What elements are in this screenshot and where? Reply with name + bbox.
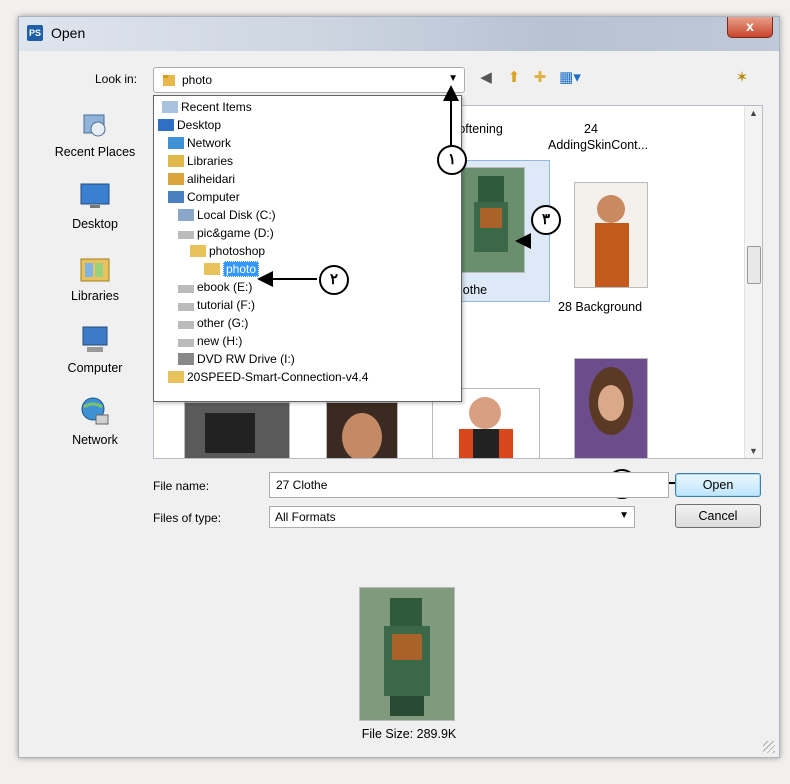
place-label: Computer <box>67 361 123 375</box>
file-type-value: All Formats <box>275 510 336 524</box>
place-label: Desktop <box>72 217 118 231</box>
network-icon <box>81 397 109 425</box>
drive-icon <box>178 303 194 311</box>
woman-thumbnail <box>574 358 648 458</box>
file-type-label: Files of type: <box>153 511 222 525</box>
place-label: Libraries <box>71 289 119 303</box>
scroll-up-icon[interactable]: ▲ <box>749 108 758 118</box>
favorites-folder-icon[interactable]: ✶ <box>731 67 753 89</box>
place-network[interactable]: Network <box>47 395 143 447</box>
background-thumbnail <box>574 182 648 288</box>
dropdown-item-smart-connection[interactable]: 20SPEED-Smart-Connection-v4.4 <box>168 368 368 386</box>
chevron-down-icon[interactable]: ▼ <box>448 73 458 84</box>
scroll-down-icon[interactable]: ▼ <box>749 446 758 456</box>
cancel-button[interactable]: Cancel <box>675 504 761 528</box>
libraries-icon <box>80 258 110 282</box>
folder-icon <box>204 263 220 275</box>
folder-icon <box>190 245 206 257</box>
place-label: Network <box>72 433 118 447</box>
dropdown-item-drive-f[interactable]: tutorial (F:) <box>178 296 255 314</box>
place-libraries[interactable]: Libraries <box>47 251 143 303</box>
photoshop-app-icon: PS <box>27 25 43 41</box>
dropdown-item-local-disk-c[interactable]: Local Disk (C:) <box>178 206 276 224</box>
new-folder-icon[interactable]: ✚ <box>529 67 551 89</box>
vertical-scrollbar[interactable]: ▲ ▼ <box>744 106 762 458</box>
dropdown-item-libraries[interactable]: Libraries <box>168 152 233 170</box>
dropdown-item-drive-d[interactable]: pic&game (D:) <box>178 224 274 242</box>
look-in-value: photo <box>182 73 213 87</box>
file-name-value: 27 Clothe <box>276 478 328 492</box>
dropdown-item-recent-items[interactable]: Recent Items <box>162 98 252 116</box>
computer-icon <box>168 191 184 203</box>
view-menu-icon[interactable]: ▦▾ <box>559 67 581 89</box>
open-button[interactable]: Open <box>675 473 761 497</box>
callout-2: ٢ <box>319 265 349 295</box>
callout-3: ٣ <box>531 205 561 235</box>
bw-thumbnail <box>184 402 290 458</box>
file-label-adding-skin[interactable]: AddingSkinCont... <box>548 138 648 152</box>
recent-places-icon <box>83 114 106 137</box>
dropdown-item-dvd-drive[interactable]: DVD RW Drive (I:) <box>178 350 295 368</box>
place-desktop[interactable]: Desktop <box>47 179 143 231</box>
dropdown-item-computer[interactable]: Computer <box>168 188 240 206</box>
computer-icon <box>82 326 108 352</box>
file-label-background[interactable]: 28 Background <box>558 300 642 314</box>
title-bar[interactable]: PS Open x <box>19 17 779 51</box>
desktop-icon <box>158 119 174 131</box>
chevron-down-icon[interactable]: ▼ <box>619 510 629 521</box>
dropdown-item-user[interactable]: aliheidari <box>168 170 235 188</box>
user-folder-icon <box>168 173 184 185</box>
dropdown-item-desktop[interactable]: Desktop <box>158 116 221 134</box>
preview-image <box>359 587 455 721</box>
scroll-thumb[interactable] <box>747 246 761 284</box>
network-icon <box>168 137 184 149</box>
dropdown-item-photo[interactable]: photo <box>204 260 260 278</box>
clothe-thumbnail <box>459 167 525 273</box>
file-label-24[interactable]: 24 <box>584 122 598 136</box>
dvd-drive-icon <box>178 353 194 365</box>
windows-drive-icon <box>178 209 194 221</box>
callout-1: ١ <box>437 145 467 175</box>
drive-icon <box>178 231 194 239</box>
drive-icon <box>178 321 194 329</box>
dropdown-item-photoshop[interactable]: photoshop <box>190 242 265 260</box>
folder-icon <box>168 371 184 383</box>
place-recent-places[interactable]: Recent Places <box>47 107 143 159</box>
file-type-select[interactable]: All Formats ▼ <box>269 506 635 528</box>
recent-items-icon <box>162 101 178 113</box>
file-name-input[interactable]: 27 Clothe <box>269 472 669 498</box>
libraries-icon <box>168 155 184 167</box>
dropdown-item-drive-h[interactable]: new (H:) <box>178 332 242 350</box>
look-in-combo[interactable]: photo ▼ <box>153 67 465 93</box>
dropdown-item-drive-e[interactable]: ebook (E:) <box>178 278 252 296</box>
up-folder-icon[interactable]: ⬆ <box>503 67 525 89</box>
drive-icon <box>178 285 194 293</box>
file-size-label: File Size: 289.9K <box>361 727 457 741</box>
dialog-title: Open <box>51 25 86 41</box>
man-face-thumbnail <box>326 402 398 458</box>
resize-grip[interactable] <box>763 741 775 753</box>
file-name-label: File name: <box>153 479 210 493</box>
dropdown-item-network[interactable]: Network <box>168 134 231 152</box>
folder-icon <box>163 75 175 86</box>
look-in-label: Look in: <box>95 72 138 86</box>
drive-icon <box>178 339 194 347</box>
place-label: Recent Places <box>54 145 136 159</box>
open-dialog: PS Open x Look in: photo ▼ ◀ ⬆ ✚ ▦▾ ✶ Re… <box>18 16 780 758</box>
dropdown-item-drive-g[interactable]: other (G:) <box>178 314 248 332</box>
desktop-icon <box>80 183 110 208</box>
close-button[interactable]: x <box>727 17 773 38</box>
back-icon[interactable]: ◀ <box>475 67 497 89</box>
place-computer[interactable]: Computer <box>47 323 143 375</box>
look-in-dropdown-list[interactable]: Recent Items Desktop Network Libraries a… <box>153 95 462 402</box>
